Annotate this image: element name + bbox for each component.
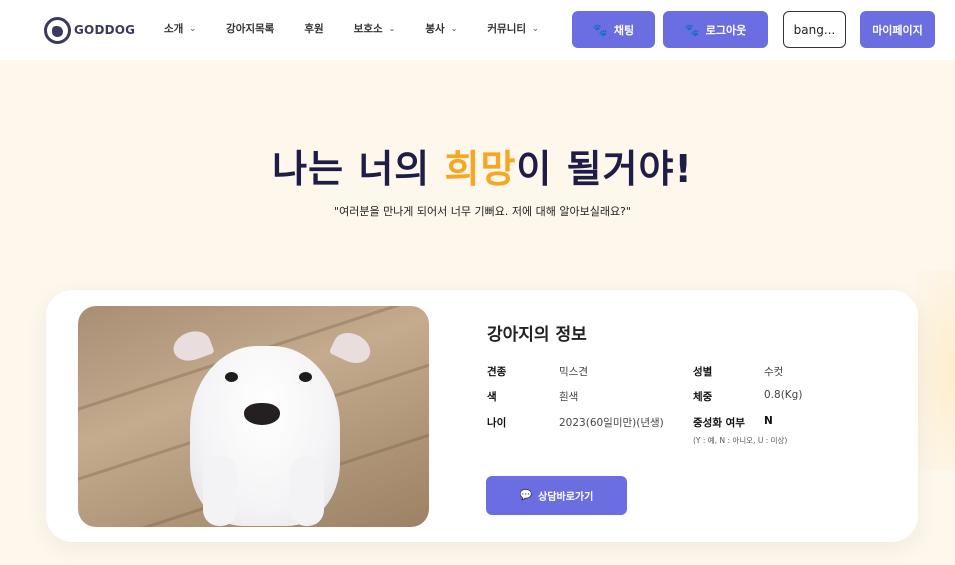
weight-row: 체중 — [693, 389, 712, 404]
hero-subtitle: "여러분을 만나게 되어서 너무 기뻐요. 저에 대해 알아보실래요?" — [334, 205, 631, 218]
neutered-label: 중성화 여부 — [693, 417, 745, 429]
age-value-cell: 2023(60일미만)(년생) — [559, 415, 664, 430]
user-name-button[interactable]: bang... — [783, 11, 846, 48]
chevron-down-icon: ⌄ — [189, 24, 197, 33]
hero-title: 나는 너의 희망이 될거야! — [0, 138, 955, 193]
breed-row: 견종 — [487, 364, 506, 379]
neutered-value-cell: N — [764, 415, 773, 427]
chevron-down-icon: ⌄ — [450, 24, 458, 33]
age-row: 나이 — [487, 415, 506, 430]
menu-item-label: 보호소 — [353, 23, 383, 35]
paw-icon: 🐾 — [684, 22, 700, 37]
chat-button-label: 채팅 — [613, 23, 635, 37]
chevron-down-icon: ⌄ — [532, 24, 539, 33]
paw-icon: 🐾 — [592, 22, 608, 37]
mypage-button-label: 마이페이지 — [872, 23, 923, 37]
gender-label: 성별 — [693, 366, 713, 378]
gender-value: 수컷 — [764, 366, 784, 378]
dog-photo — [78, 306, 429, 527]
menu-item-label: 커뮤니티 — [487, 23, 527, 35]
logo-text: GODDOG — [74, 23, 136, 37]
menu-item-shelter[interactable]: 보호소 ⌄ — [354, 21, 396, 36]
dog-info-title: 강아지의 정보 — [487, 325, 587, 345]
menu-item-label: 소개 — [164, 23, 184, 35]
menu-item-label: 강아지목록 — [226, 23, 275, 35]
neutered-value: N — [764, 415, 773, 427]
speech-bubble-icon: 💬 — [519, 490, 533, 501]
dog-logo-icon — [44, 16, 71, 44]
top-navigation: GODDOG 소개 ⌄ 강아지목록 후원 보호소 ⌄ 봉사 ⌄ 커뮤니티 ⌄ 🐾… — [0, 0, 955, 60]
menu-item-donation[interactable]: 후원 — [304, 21, 323, 36]
color-label: 색 — [487, 391, 497, 403]
main-menu: 소개 ⌄ 강아지목록 후원 보호소 ⌄ 봉사 ⌄ 커뮤니티 ⌄ — [164, 21, 569, 36]
color-value-cell: 흰색 — [559, 389, 578, 404]
menu-item-label: 봉사 — [425, 23, 445, 35]
age-label: 나이 — [487, 417, 507, 429]
consult-button-label: 상담바로가기 — [538, 492, 594, 503]
gender-row: 성별 — [693, 364, 712, 379]
weight-value: 0.8(Kg) — [764, 389, 803, 401]
logout-button[interactable]: 🐾 로그아웃 — [663, 11, 768, 48]
gender-value-cell: 수컷 — [764, 364, 783, 379]
weight-value-cell: 0.8(Kg) — [764, 389, 802, 401]
consult-button[interactable]: 💬 상담바로가기 — [486, 476, 627, 515]
menu-item-volunteer[interactable]: 봉사 ⌄ — [425, 21, 457, 36]
menu-item-community[interactable]: 커뮤니티 ⌄ — [487, 21, 538, 36]
hero-title-accent: 희망 — [444, 147, 517, 191]
background-glow — [915, 270, 955, 470]
breed-value-cell: 믹스견 — [559, 364, 588, 379]
chevron-down-icon: ⌄ — [388, 24, 396, 33]
neutered-note: (Y : 예, N : 아니오, U : 미상) — [693, 436, 788, 445]
neutered-row: 중성화 여부 — [693, 415, 745, 430]
color-value: 흰색 — [559, 391, 579, 403]
breed-label: 견종 — [487, 366, 507, 378]
chat-button[interactable]: 🐾 채팅 — [572, 11, 655, 48]
hero-title-end: 이 될거야! — [516, 147, 693, 191]
menu-item-about[interactable]: 소개 ⌄ — [164, 21, 196, 36]
breed-value: 믹스견 — [559, 366, 588, 378]
menu-item-label: 후원 — [304, 23, 324, 35]
dog-info-card: 강아지의 정보 견종 믹스견 성별 수컷 색 흰색 체중 0.8(Kg) 나이 … — [46, 290, 918, 542]
age-value: 2023(60일미만)(년생) — [559, 417, 664, 429]
logout-button-label: 로그아웃 — [705, 23, 747, 37]
logo[interactable]: GODDOG — [44, 16, 135, 44]
color-row: 색 — [487, 389, 497, 404]
mypage-button[interactable]: 마이페이지 — [860, 11, 935, 48]
weight-label: 체중 — [693, 391, 713, 403]
hero-title-start: 나는 너의 — [272, 147, 445, 191]
menu-item-dog-list[interactable]: 강아지목록 — [226, 21, 274, 36]
